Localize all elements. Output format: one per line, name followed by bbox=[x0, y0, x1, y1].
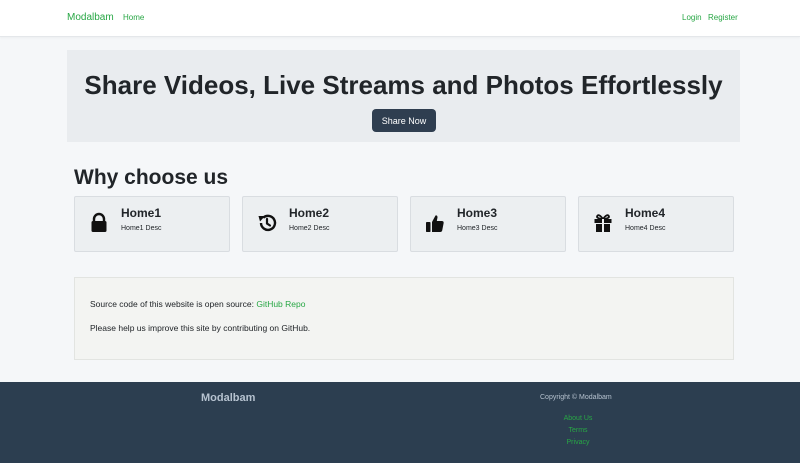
share-now-button[interactable]: Share Now bbox=[372, 109, 436, 132]
lock-icon bbox=[88, 212, 110, 234]
feature-title: Home2 bbox=[289, 206, 330, 220]
info-source-prefix: Source code of this website is open sour… bbox=[90, 299, 257, 309]
footer-link-about[interactable]: About Us bbox=[548, 413, 608, 425]
info-contribute-text: Please help us improve this site by cont… bbox=[90, 323, 311, 333]
feature-desc: Home4 Desc bbox=[625, 225, 666, 232]
feature-card-home4: Home4 Home4 Desc bbox=[578, 196, 734, 252]
feature-card-home3: Home3 Home3 Desc bbox=[410, 196, 566, 252]
feature-desc: Home1 Desc bbox=[121, 225, 162, 232]
feature-title: Home1 bbox=[121, 206, 162, 220]
footer-link-privacy[interactable]: Privacy bbox=[548, 437, 608, 449]
features-title: Why choose us bbox=[74, 166, 229, 189]
info-source-text: Source code of this website is open sour… bbox=[90, 299, 305, 309]
footer-links: About Us Terms Privacy bbox=[548, 413, 608, 449]
navbar: Modalbam Home Login Register bbox=[0, 0, 800, 37]
footer-link-terms[interactable]: Terms bbox=[548, 425, 608, 437]
footer-brand: Modalbam bbox=[201, 392, 256, 404]
footer: Modalbam Copyright © Modalbam About Us T… bbox=[0, 382, 800, 463]
brand-link[interactable]: Modalbam bbox=[67, 12, 114, 23]
feature-card-home2: Home2 Home2 Desc bbox=[242, 196, 398, 252]
history-icon bbox=[256, 212, 278, 234]
feature-desc: Home3 Desc bbox=[457, 225, 498, 232]
feature-card-home1: Home1 Home1 Desc bbox=[74, 196, 230, 252]
nav-login-link[interactable]: Login bbox=[682, 13, 702, 22]
feature-title: Home4 bbox=[625, 206, 666, 220]
github-repo-link[interactable]: GitHub Repo bbox=[256, 299, 305, 309]
thumbs-up-icon bbox=[424, 212, 446, 234]
open-source-info: Source code of this website is open sour… bbox=[74, 277, 734, 360]
gift-icon bbox=[592, 212, 614, 234]
nav-home-link[interactable]: Home bbox=[123, 13, 144, 22]
hero-title: Share Videos, Live Streams and Photos Ef… bbox=[84, 70, 723, 100]
nav-register-link[interactable]: Register bbox=[708, 13, 738, 22]
feature-title: Home3 bbox=[457, 206, 498, 220]
footer-copyright: Copyright © Modalbam bbox=[540, 394, 612, 401]
feature-desc: Home2 Desc bbox=[289, 225, 330, 232]
